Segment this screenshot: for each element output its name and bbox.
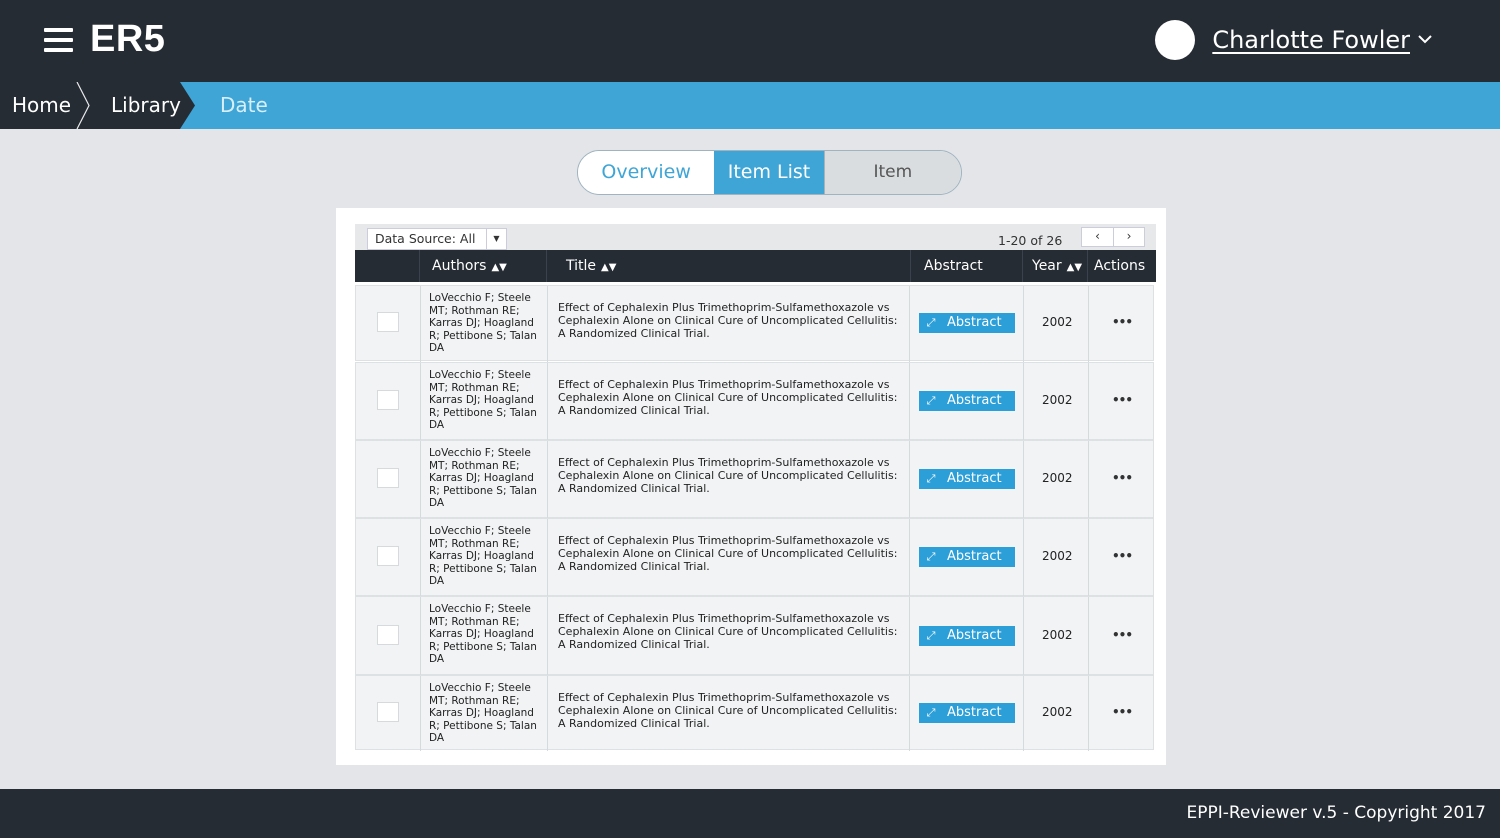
abstract-button-label: Abstract bbox=[947, 549, 1002, 564]
abstract-button-label: Abstract bbox=[947, 315, 1002, 330]
user-name-dropdown[interactable]: Charlotte Fowler bbox=[1212, 26, 1432, 54]
column-year[interactable]: Year ▲▼ bbox=[1032, 250, 1082, 282]
row-year: 2002 bbox=[1042, 704, 1073, 719]
row-year: 2002 bbox=[1042, 627, 1073, 642]
expand-icon: ⤢ bbox=[926, 394, 936, 407]
row-checkbox[interactable] bbox=[377, 390, 399, 410]
abstract-button-label: Abstract bbox=[947, 704, 1002, 720]
breadcrumb-home[interactable]: Home bbox=[12, 82, 71, 129]
abstract-button[interactable]: ⤢ Abstract bbox=[919, 391, 1015, 411]
column-year-label: Year bbox=[1032, 258, 1062, 274]
row-authors: LoVecchio F; Steele MT; Rothman RE; Karr… bbox=[429, 292, 537, 355]
expand-icon: ⤢ bbox=[926, 550, 936, 563]
row-year: 2002 bbox=[1042, 471, 1073, 485]
table-header: Authors ▲▼ Title ▲▼ Abstract Year ▲▼ Action… bbox=[355, 250, 1156, 282]
row-authors: LoVecchio F; Steele MT; Rothman RE; Karr… bbox=[429, 369, 537, 432]
table-row[interactable]: LoVecchio F; Steele MT; Rothman RE; Karr… bbox=[355, 596, 1154, 676]
tab-item-list[interactable]: Item List bbox=[714, 151, 824, 194]
expand-icon: ⤢ bbox=[926, 628, 936, 642]
row-title[interactable]: Effect of Cephalexin Plus Trimethoprim-S… bbox=[558, 456, 898, 495]
expand-icon: ⤢ bbox=[926, 705, 936, 719]
row-title[interactable]: Effect of Cephalexin Plus Trimethoprim-S… bbox=[558, 612, 898, 651]
abstract-button-label: Abstract bbox=[947, 393, 1002, 408]
abstract-button[interactable]: ⤢ Abstract bbox=[919, 469, 1015, 489]
abstract-button[interactable]: ⤢ Abstract bbox=[919, 625, 1015, 646]
abstract-button-label: Abstract bbox=[947, 627, 1002, 643]
row-checkbox[interactable] bbox=[377, 701, 399, 722]
row-year: 2002 bbox=[1042, 315, 1073, 329]
footer: EPPI-Reviewer v.5 - Copyright 2017 bbox=[0, 789, 1500, 838]
row-checkbox[interactable] bbox=[377, 468, 399, 488]
more-actions-icon[interactable]: ••• bbox=[1112, 471, 1133, 485]
sort-icon[interactable]: ▲▼ bbox=[491, 262, 506, 273]
table-row[interactable]: LoVecchio F; Steele MT; Rothman RE; Karr… bbox=[355, 440, 1154, 519]
table-row[interactable]: LoVecchio F; Steele MT; Rothman RE; Karr… bbox=[355, 518, 1154, 597]
abstract-button[interactable]: ⤢ Abstract bbox=[919, 702, 1015, 723]
item-list-panel: Data Source: All ▼ 1-20 of 26 ‹ › Author… bbox=[336, 208, 1166, 765]
tab-item[interactable]: Item bbox=[823, 151, 961, 194]
pager-buttons: ‹ › bbox=[1081, 227, 1145, 247]
more-actions-icon[interactable]: ••• bbox=[1112, 549, 1133, 563]
more-actions-icon[interactable]: ••• bbox=[1112, 628, 1133, 642]
app-logo: ER5 bbox=[90, 18, 166, 60]
footer-copyright: EPPI-Reviewer v.5 - Copyright 2017 bbox=[1186, 803, 1486, 823]
more-actions-icon[interactable]: ••• bbox=[1112, 315, 1133, 329]
user-menu[interactable]: Charlotte Fowler bbox=[1155, 20, 1432, 60]
column-authors-label: Authors bbox=[432, 258, 487, 274]
abstract-button[interactable]: ⤢ Abstract bbox=[919, 313, 1015, 333]
expand-icon: ⤢ bbox=[926, 472, 936, 485]
breadcrumb: Home Library Date bbox=[0, 82, 1500, 129]
view-tabs: Overview Item List Item bbox=[577, 150, 962, 195]
column-actions: Actions bbox=[1094, 258, 1146, 274]
expand-icon: ⤢ bbox=[926, 316, 936, 329]
row-title[interactable]: Effect of Cephalexin Plus Trimethoprim-S… bbox=[558, 691, 898, 730]
previous-page-button[interactable]: ‹ bbox=[1082, 228, 1113, 246]
data-source-value: Data Source: All bbox=[375, 231, 476, 246]
row-year: 2002 bbox=[1042, 393, 1073, 407]
table-row[interactable]: LoVecchio F; Steele MT; Rothman RE; Karr… bbox=[355, 675, 1154, 751]
caret-down-icon[interactable]: ▼ bbox=[486, 229, 506, 249]
hamburger-menu-icon[interactable] bbox=[44, 28, 73, 54]
sort-icon[interactable]: ▲▼ bbox=[1067, 262, 1082, 273]
column-authors[interactable]: Authors ▲▼ bbox=[432, 250, 507, 282]
table-row[interactable]: LoVecchio F; Steele MT; Rothman RE; Karr… bbox=[355, 285, 1154, 362]
abstract-button-label: Abstract bbox=[947, 471, 1002, 486]
abstract-button[interactable]: ⤢ Abstract bbox=[919, 547, 1015, 567]
row-checkbox[interactable] bbox=[377, 312, 399, 332]
more-actions-icon[interactable]: ••• bbox=[1112, 393, 1133, 407]
next-page-button[interactable]: › bbox=[1112, 228, 1144, 246]
user-name[interactable]: Charlotte Fowler bbox=[1212, 26, 1410, 54]
row-checkbox[interactable] bbox=[377, 624, 399, 645]
row-title[interactable]: Effect of Cephalexin Plus Trimethoprim-S… bbox=[558, 534, 898, 573]
sort-icon[interactable]: ▲▼ bbox=[601, 262, 616, 273]
chevron-down-icon bbox=[1418, 32, 1432, 48]
row-checkbox[interactable] bbox=[377, 546, 399, 566]
breadcrumb-date[interactable]: Date bbox=[220, 82, 268, 129]
row-year: 2002 bbox=[1042, 549, 1073, 563]
column-title[interactable]: Title ▲▼ bbox=[566, 250, 616, 282]
column-abstract: Abstract bbox=[924, 258, 983, 274]
top-bar: ER5 Charlotte Fowler bbox=[0, 0, 1500, 82]
row-authors: LoVecchio F; Steele MT; Rothman RE; Karr… bbox=[429, 525, 537, 588]
table-row[interactable]: LoVecchio F; Steele MT; Rothman RE; Karr… bbox=[355, 362, 1154, 441]
row-authors: LoVecchio F; Steele MT; Rothman RE; Karr… bbox=[429, 603, 537, 666]
data-source-select[interactable]: Data Source: All ▼ bbox=[367, 228, 507, 250]
row-title[interactable]: Effect of Cephalexin Plus Trimethoprim-S… bbox=[558, 378, 898, 417]
pager-count: 1-20 of 26 bbox=[998, 233, 1063, 248]
row-authors: LoVecchio F; Steele MT; Rothman RE; Karr… bbox=[429, 682, 537, 745]
column-title-label: Title bbox=[566, 258, 597, 274]
breadcrumb-library[interactable]: Library bbox=[111, 82, 181, 129]
avatar[interactable] bbox=[1155, 20, 1196, 60]
row-authors: LoVecchio F; Steele MT; Rothman RE; Karr… bbox=[429, 447, 537, 510]
tab-overview[interactable]: Overview bbox=[578, 151, 715, 194]
more-actions-icon[interactable]: ••• bbox=[1112, 705, 1133, 719]
row-title[interactable]: Effect of Cephalexin Plus Trimethoprim-S… bbox=[558, 301, 898, 340]
breadcrumb-separator-icon bbox=[76, 82, 90, 129]
